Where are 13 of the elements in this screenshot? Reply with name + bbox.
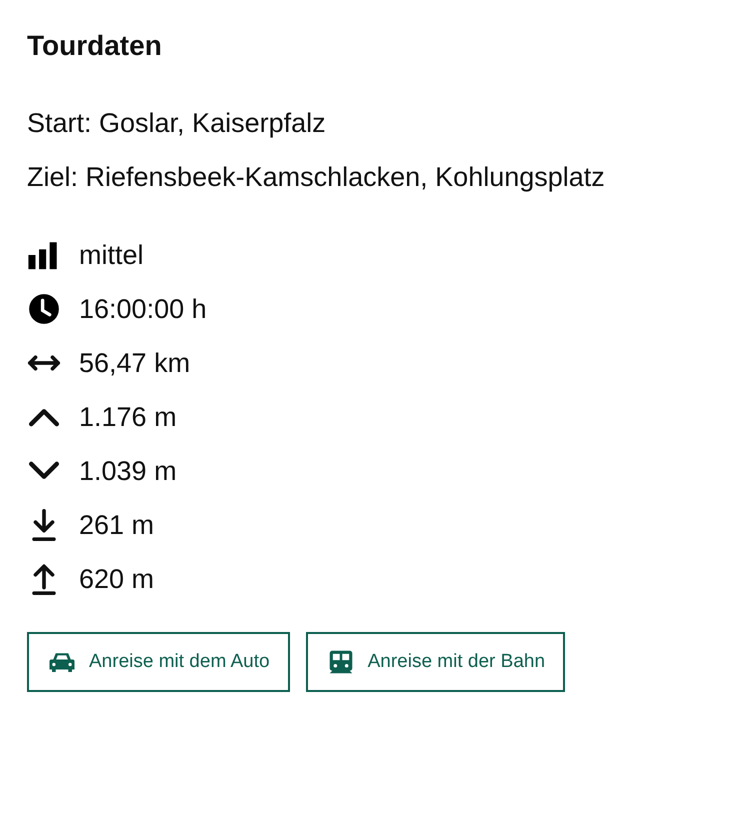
travel-button[interactable]: Anreise mit der Bahn (306, 632, 566, 692)
travel-button[interactable]: Anreise mit dem Auto (27, 632, 290, 692)
clock-icon (27, 292, 61, 326)
stat-value: 261 m (79, 510, 154, 540)
stat-value: 16:00:00 h (79, 294, 207, 324)
stat-value: 1.176 m (79, 402, 177, 432)
stat-value: 620 m (79, 564, 154, 594)
stat-value: 1.039 m (79, 456, 177, 486)
start-text: Start: Goslar, Kaiserpfalz (27, 107, 327, 140)
stat-value: mittel (79, 240, 144, 270)
destination-text: Ziel: Riefensbeek-Kamschlacken, Kohlungsplatz (27, 161, 606, 194)
stat-value: 56,47 km (79, 348, 190, 378)
section-title: Tourdaten (27, 29, 163, 63)
